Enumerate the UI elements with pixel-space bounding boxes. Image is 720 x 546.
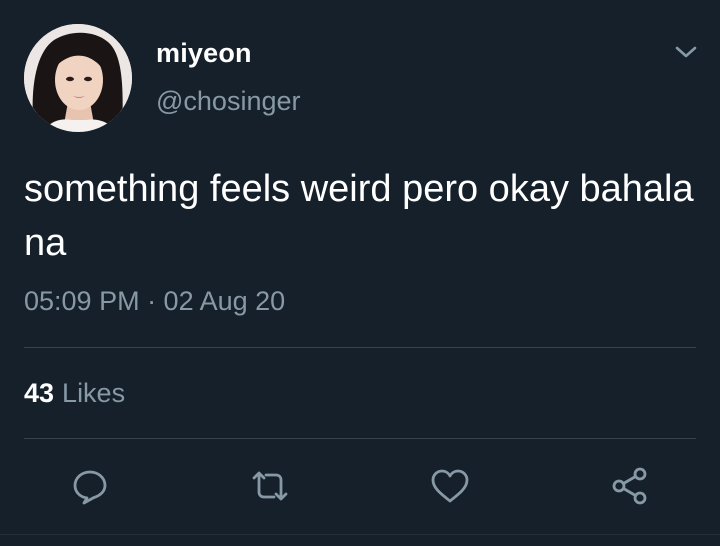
- avatar[interactable]: [24, 24, 132, 132]
- divider: [0, 534, 720, 535]
- likes-stat[interactable]: 43 Likes: [24, 378, 125, 409]
- like-button[interactable]: [426, 462, 474, 510]
- tweet-timestamp[interactable]: 05:09 PM · 02 Aug 20: [24, 286, 285, 317]
- chevron-down-icon[interactable]: [672, 40, 700, 64]
- heart-icon: [431, 469, 469, 503]
- avatar-image: [24, 24, 132, 132]
- retweet-icon: [252, 471, 288, 501]
- tweet-text: something feels weird pero okay bahala n…: [24, 168, 694, 264]
- divider: [24, 347, 696, 348]
- reply-button[interactable]: [66, 462, 114, 510]
- username-handle[interactable]: @chosinger: [156, 86, 300, 117]
- likes-label: Likes: [62, 378, 126, 408]
- reply-icon: [73, 470, 107, 505]
- likes-count: 43: [24, 378, 55, 408]
- share-button[interactable]: [606, 462, 654, 510]
- tweet-card: miyeon @chosinger something feels weird …: [0, 0, 720, 546]
- share-icon: [612, 467, 647, 505]
- divider: [24, 438, 696, 439]
- retweet-button[interactable]: [246, 462, 294, 510]
- display-name[interactable]: miyeon: [156, 38, 252, 69]
